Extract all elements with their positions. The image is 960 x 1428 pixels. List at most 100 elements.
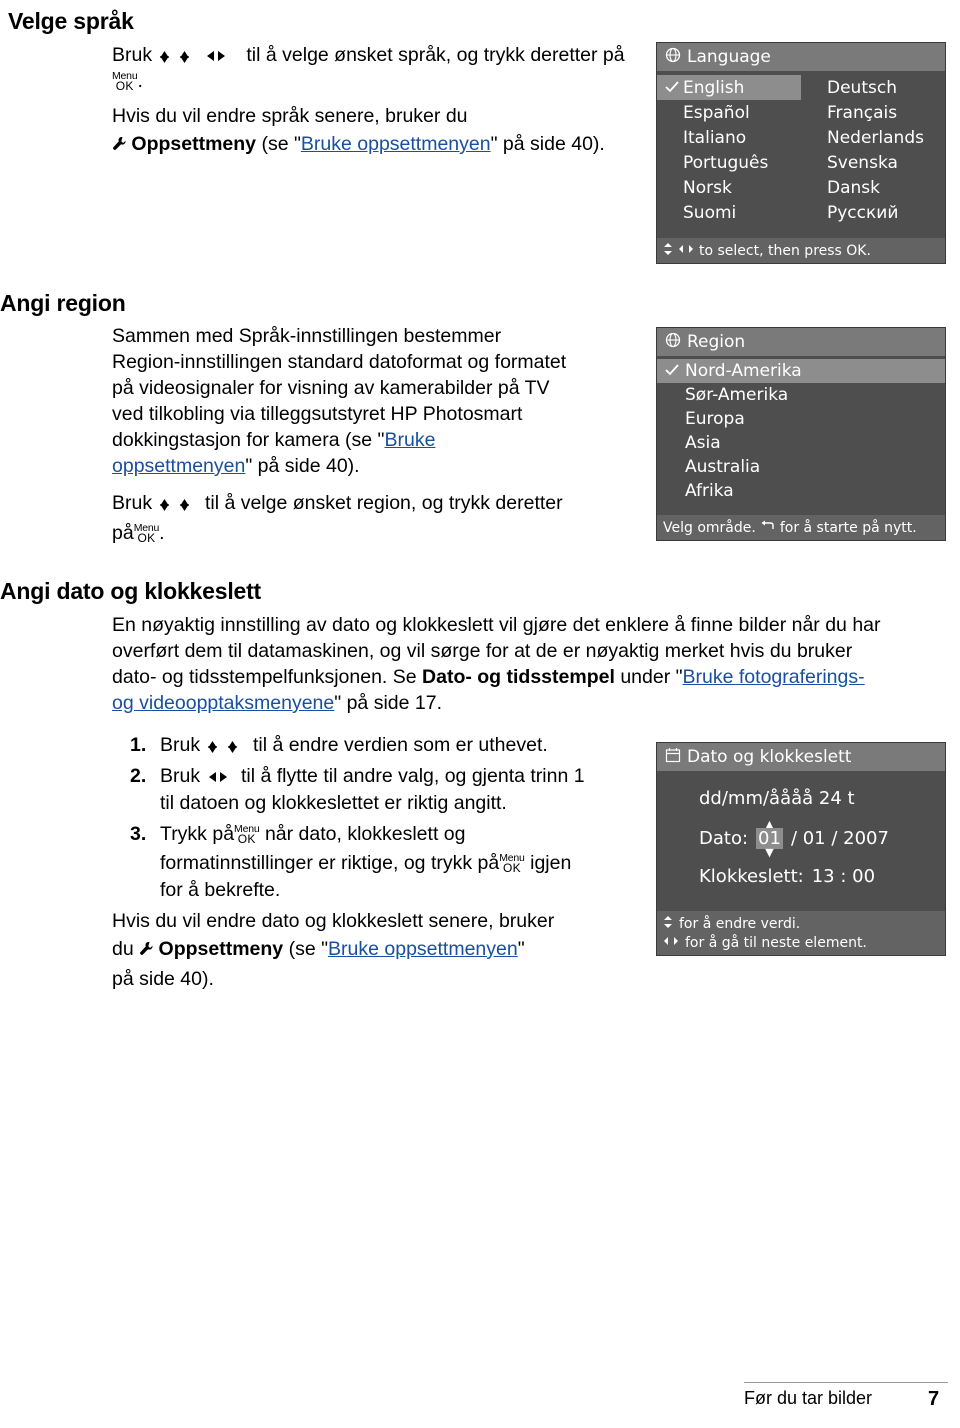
lcd-datetime-time-row[interactable]: Klokkeslett: 13 : 00 bbox=[657, 863, 945, 890]
updown-nav-icon bbox=[663, 242, 673, 260]
lang-label-norsk: Norsk bbox=[683, 177, 732, 198]
region-option-asia[interactable]: Asia bbox=[657, 431, 945, 455]
lcd-datetime-title: Dato og klokkeslett bbox=[687, 747, 852, 767]
lang-option-deutsch[interactable]: Deutsch bbox=[801, 75, 945, 100]
lang-option-russian[interactable]: Русский bbox=[801, 200, 945, 225]
lcd-datetime-date-row[interactable]: Dato: ▲ 01 ▼ / 01 / 2007 bbox=[657, 818, 945, 859]
lcd-datetime-date-highlight-group: ▲ 01 ▼ bbox=[756, 819, 783, 858]
language-paragraph-1: Bruk til å velge ønsket språk, og trykk … bbox=[112, 42, 642, 94]
datetime-p2-text-d: " bbox=[517, 938, 525, 960]
lang-label-nederlands: Nederlands bbox=[827, 127, 924, 148]
region-p2-text-a: Bruk bbox=[112, 492, 153, 514]
region-p1-line2: Region-innstillingen standard datoformat… bbox=[112, 351, 567, 373]
datetime-paragraph-2: Hvis du vil endre dato og klokkeslett se… bbox=[112, 908, 632, 992]
lcd-datetime-format-text: dd/mm/åååå 24 t bbox=[699, 788, 855, 809]
checkmark-icon bbox=[665, 78, 679, 98]
lcd-language-options: English Deutsch Español Français Italian… bbox=[657, 71, 945, 225]
step-3-text-e: for å bekrefte. bbox=[160, 879, 281, 901]
wrench-icon bbox=[112, 133, 126, 159]
lcd-region-statusbar: Velg område. for å starte på nytt. bbox=[657, 515, 945, 540]
link-bruke-oppsettmenyen[interactable]: Bruke oppsettmenyen bbox=[301, 133, 491, 155]
region-p2-line2: på Menu OK. bbox=[112, 520, 632, 546]
datetime-p2-text-a: du bbox=[112, 938, 134, 960]
lang-label-italiano: Italiano bbox=[683, 127, 747, 148]
lang-label-francais: Français bbox=[827, 102, 898, 123]
lang-option-portugues[interactable]: Português bbox=[657, 150, 801, 175]
region-option-australia[interactable]: Australia bbox=[657, 455, 945, 479]
link-oppsettmenyen[interactable]: oppsettmenyen bbox=[112, 455, 245, 477]
heading-angi-region: Angi region bbox=[0, 290, 126, 316]
link-bruke[interactable]: Bruke bbox=[384, 429, 435, 451]
region-label-europa: Europa bbox=[685, 409, 745, 429]
region-paragraph-2: Bruk til å velge ønsket region, og trykk… bbox=[112, 490, 632, 546]
region-p1-text-l6: " på side 40). bbox=[245, 455, 360, 477]
region-label-nord-amerika: Nord-Amerika bbox=[685, 361, 802, 381]
lang-option-francais[interactable]: Français bbox=[801, 100, 945, 125]
region-p1-text-l5: dokkingstasjon for kamera (se " bbox=[112, 429, 385, 451]
lcd-datetime-time-label: Klokkeslett: bbox=[699, 866, 804, 887]
step-2-text-c: til datoen og klokkeslettet er riktig an… bbox=[160, 792, 507, 814]
datetime-p2-line1: Hvis du vil endre dato og klokkeslett se… bbox=[112, 910, 555, 932]
link-bruke-fotograferings[interactable]: Bruke fotograferings- bbox=[683, 666, 865, 688]
lang-label-english: English bbox=[683, 77, 745, 98]
link-videoopptaksmenyene[interactable]: og videoopptaksmenyene bbox=[112, 692, 334, 714]
updown-arrows-icon-2 bbox=[158, 497, 200, 513]
lang-option-dansk[interactable]: Dansk bbox=[801, 175, 945, 200]
region-p2-line1: Bruk til å velge ønsket region, og trykk… bbox=[112, 490, 632, 516]
globe-icon-2 bbox=[665, 332, 681, 353]
lang-option-norsk[interactable]: Norsk bbox=[657, 175, 801, 200]
lang-option-nederlands[interactable]: Nederlands bbox=[801, 125, 945, 150]
region-label-australia: Australia bbox=[685, 457, 761, 477]
lang-option-svenska[interactable]: Svenska bbox=[801, 150, 945, 175]
step-1-text-a: Bruk bbox=[160, 734, 201, 756]
region-p1-line6: oppsettmenyen" på side 40). bbox=[112, 453, 632, 479]
lcd-datetime-statusbar: for å endre verdi. for å gå til neste el… bbox=[657, 911, 945, 955]
step-1-text-b: til å endre verdien som er uthevet. bbox=[252, 734, 548, 756]
leftright-nav-icon bbox=[678, 243, 694, 259]
ok-menu-button-icon: Menu OK bbox=[112, 69, 138, 93]
region-p1-line1: Sammen med Språk-innstillingen bestemmer bbox=[112, 325, 502, 347]
region-option-afrika[interactable]: Afrika bbox=[657, 479, 945, 503]
language-p2-text-c: (se " bbox=[261, 133, 301, 155]
lang-option-espanol[interactable]: Español bbox=[657, 100, 801, 125]
region-option-nord-amerika[interactable]: Nord-Amerika bbox=[657, 359, 945, 383]
step-2-text-b: til å flytte til andre valg, og gjenta t… bbox=[240, 765, 585, 787]
lcd-region-status-text-b: for å starte på nytt. bbox=[779, 519, 917, 536]
lang-label-dansk: Dansk bbox=[827, 177, 880, 198]
lang-option-english[interactable]: English bbox=[657, 75, 801, 100]
datetime-p1-bold-dato-tidsstempel: Dato- og tidsstempel bbox=[422, 666, 615, 688]
lcd-datetime-time-value: 13 : 00 bbox=[811, 866, 876, 887]
region-label-sor-amerika: Sør-Amerika bbox=[685, 385, 789, 405]
datetime-p1-line2: overført dem til datamaskinen, og vil sø… bbox=[112, 640, 853, 662]
lcd-datetime-format-row[interactable]: dd/mm/åååå 24 t bbox=[657, 785, 945, 812]
lcd-datetime-status-line-1: for å endre verdi. bbox=[663, 915, 945, 933]
step-3-text-a: Trykk på bbox=[160, 823, 235, 845]
lang-option-italiano[interactable]: Italiano bbox=[657, 125, 801, 150]
step-2-number: 2. bbox=[130, 765, 147, 787]
region-p1-line3: på videosignaler for visning av kamerabi… bbox=[112, 377, 550, 399]
footer-page-number: 7 bbox=[928, 1388, 940, 1410]
lcd-region-screenshot: Region Nord-Amerika Sør-Amerika Europa A… bbox=[656, 327, 946, 541]
lcd-language-statusbar: to select, then press OK. bbox=[657, 238, 945, 263]
lcd-datetime-date-label: Dato: bbox=[699, 828, 749, 849]
region-p2-text-c: på bbox=[112, 522, 134, 544]
datetime-p2-line2: du Oppsettmeny (se "Bruke oppsettmenyen" bbox=[112, 936, 632, 964]
language-p2-line2: Oppsettmeny (se "Bruke oppsettmenyen" på… bbox=[112, 131, 652, 159]
lang-label-suomi: Suomi bbox=[683, 202, 737, 223]
lang-option-suomi[interactable]: Suomi bbox=[657, 200, 801, 225]
datetime-p1-line3: dato- og tidsstempelfunksjonen. Se Dato-… bbox=[112, 664, 952, 690]
ok-menu-button-icon-4: Menu OK bbox=[499, 851, 525, 875]
lcd-language-screenshot: Language English Deutsch Español Françai… bbox=[656, 42, 946, 264]
language-p1-text-a: Bruk bbox=[112, 44, 153, 66]
link-bruke-oppsettmenyen-2[interactable]: Bruke oppsettmenyen bbox=[328, 938, 518, 960]
region-option-sor-amerika[interactable]: Sør-Amerika bbox=[657, 383, 945, 407]
region-option-europa[interactable]: Europa bbox=[657, 407, 945, 431]
region-p2-text-d: . bbox=[159, 522, 165, 544]
step-3-number: 3. bbox=[130, 823, 147, 845]
leftright-nav-icon-2 bbox=[663, 935, 679, 951]
lang-label-svenska: Svenska bbox=[827, 152, 898, 173]
datetime-p1-line4: og videoopptaksmenyene" på side 17. bbox=[112, 690, 952, 716]
region-p1-line5: dokkingstasjon for kamera (se "Bruke bbox=[112, 427, 632, 453]
datetime-p1-line1: En nøyaktig innstilling av dato og klokk… bbox=[112, 614, 881, 636]
lcd-region-options: Nord-Amerika Sør-Amerika Europa Asia Aus… bbox=[657, 356, 945, 503]
